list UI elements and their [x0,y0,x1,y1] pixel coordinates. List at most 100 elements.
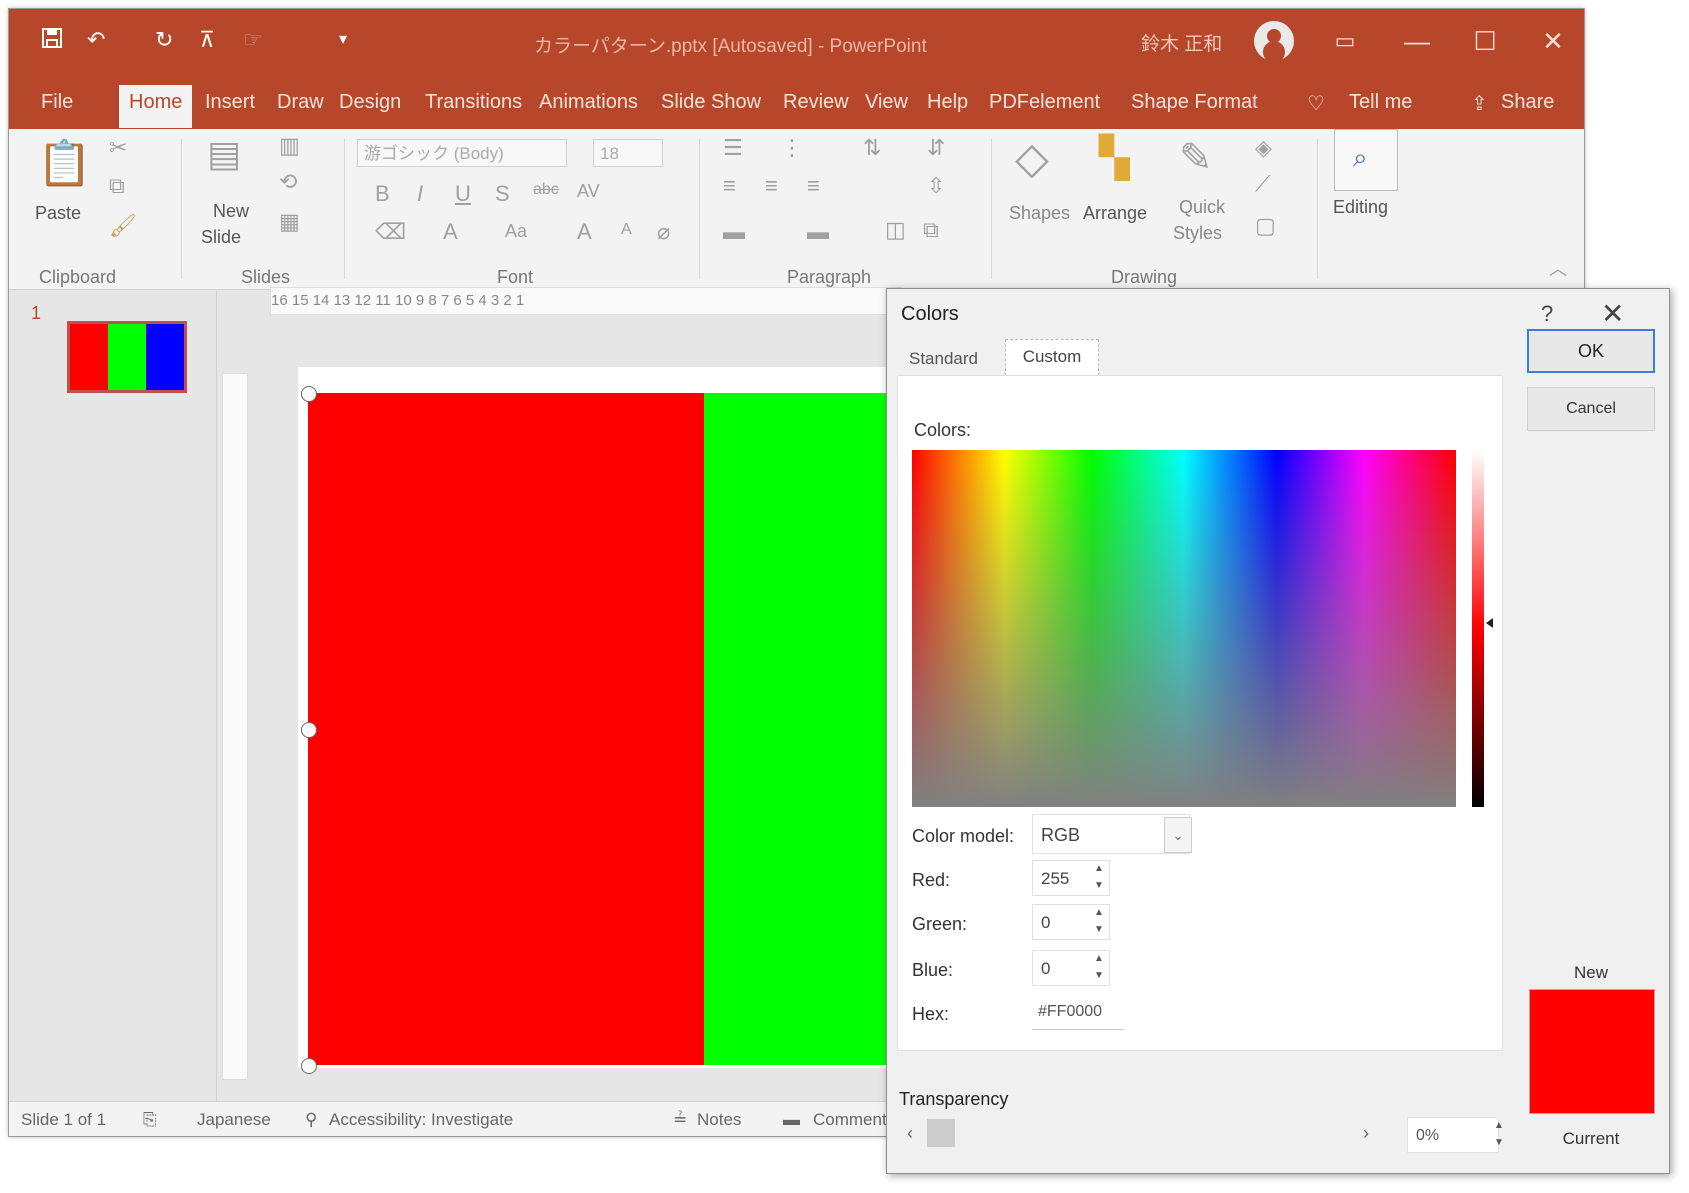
maximize-icon[interactable]: ☐ [1467,23,1503,59]
cancel-button[interactable]: Cancel [1527,387,1655,431]
color-spectrum-picker[interactable] [912,450,1456,807]
chevron-right-icon[interactable]: › [1363,1123,1369,1144]
blue-stepper[interactable]: ▲ ▼ [1088,950,1110,986]
new-slide-label-1[interactable]: New [213,201,249,222]
redo-icon[interactable]: ↻ [155,27,173,53]
collapse-ribbon-icon[interactable]: ︿ [1549,255,1567,281]
tab-design[interactable]: Design [339,91,401,114]
paste-button-label[interactable]: Paste [35,203,81,224]
cut-icon[interactable]: ✂ [109,135,127,161]
strikethrough-icon[interactable]: abc [533,181,559,199]
format-painter-icon[interactable]: 🖌 [109,213,137,239]
new-slide-label-2[interactable]: Slide [201,227,241,248]
comments-button[interactable]: Comments [813,1110,895,1130]
save-icon[interactable] [41,27,63,53]
bold-icon[interactable]: B [375,181,390,207]
tab-help[interactable]: Help [927,91,968,114]
editing-label[interactable]: Editing [1333,197,1388,218]
align-right-icon[interactable]: ≡ [807,173,820,199]
smartart-icon[interactable]: ⧉ [923,217,939,243]
paste-icon[interactable]: 📋 [37,137,92,189]
tab-draw[interactable]: Draw [277,91,324,114]
tab-custom[interactable]: Custom [1005,339,1099,376]
shapes-icon[interactable]: ◇ [1015,133,1049,184]
spelling-icon[interactable]: ⎘ [143,1110,157,1130]
tab-file[interactable]: File [41,91,73,114]
eraser-icon[interactable]: ⌫ [375,219,406,245]
quick-styles-label-2[interactable]: Styles [1173,223,1222,244]
hex-field[interactable]: #FF0000 [1032,994,1124,1030]
notes-button[interactable]: Notes [697,1110,741,1130]
font-size-select[interactable]: 18 [593,139,663,167]
close-icon[interactable]: ✕ [1601,297,1624,330]
accessibility-status[interactable]: Accessibility: Investigate [329,1110,513,1130]
share-button[interactable]: Share [1501,91,1554,114]
tab-insert[interactable]: Insert [205,91,255,114]
shadow-icon[interactable]: S [495,181,510,207]
align-text-icon[interactable]: ⇳ [927,173,945,199]
tab-home[interactable]: Home [119,85,193,128]
transparency-slider-thumb[interactable] [927,1119,955,1147]
ok-button[interactable]: OK [1527,329,1655,373]
tab-shape-format[interactable]: Shape Format [1131,91,1258,114]
language[interactable]: Japanese [197,1110,271,1130]
undo-icon[interactable]: ↶ [87,27,105,53]
clear-formatting-icon[interactable]: ⌀ [657,219,670,245]
help-button[interactable]: ? [1541,301,1553,327]
ribbon-display-icon[interactable]: ▭ [1327,23,1363,59]
tab-slide-show[interactable]: Slide Show [661,91,761,114]
resize-handle[interactable] [301,1058,317,1074]
transparency-stepper[interactable]: ▲ ▼ [1489,1117,1509,1153]
italic-icon[interactable]: I [417,181,423,207]
line-spacing-icon[interactable]: ⇅ [863,135,881,161]
touch-mode-icon[interactable]: ☞ [243,27,263,53]
section-icon[interactable]: ▦ [279,209,300,235]
increase-indent-icon[interactable]: ▬ [807,219,829,245]
tab-pdfelement[interactable]: PDFelement [989,91,1100,114]
font-name-select[interactable]: 游ゴシック (Body) [357,139,567,167]
arrange-label[interactable]: Arrange [1083,203,1147,224]
tell-me-search[interactable]: Tell me [1349,91,1412,114]
resize-handle[interactable] [301,386,317,402]
slideshow-icon[interactable]: ⊼ [199,27,215,53]
underline-icon[interactable]: U [455,181,471,207]
user-name[interactable]: 鈴木 正和 [1141,29,1222,56]
new-slide-icon[interactable]: ▤ [207,133,241,175]
resize-handle[interactable] [301,722,317,738]
align-center-icon[interactable]: ≡ [765,173,778,199]
text-direction-icon[interactable]: ⇵ [927,135,945,161]
editing-button[interactable]: ⌕ [1334,129,1398,191]
shapes-label[interactable]: Shapes [1009,203,1070,224]
character-spacing-icon[interactable]: AV [577,181,600,202]
close-icon[interactable]: ✕ [1535,23,1571,59]
luminance-slider[interactable] [1472,450,1484,807]
chevron-down-icon[interactable]: ⌄ [1164,817,1192,853]
arrange-icon[interactable]: ▚ [1099,135,1130,181]
reset-icon[interactable]: ⟲ [279,169,297,195]
customize-qat-icon[interactable]: ▾ [339,27,347,53]
font-color-icon[interactable]: A [443,219,458,245]
quick-styles-icon[interactable]: ✎ [1179,135,1213,181]
luminance-pointer-icon[interactable] [1486,618,1493,628]
tab-review[interactable]: Review [783,91,849,114]
shape-effects-icon[interactable]: ▢ [1255,213,1276,239]
red-stepper[interactable]: ▲ ▼ [1088,860,1110,896]
copy-icon[interactable]: ⧉ [109,173,125,199]
decrease-indent-icon[interactable]: ▬ [723,219,745,245]
layout-icon[interactable]: ▥ [279,133,300,159]
tab-animations[interactable]: Animations [539,91,638,114]
quick-styles-label-1[interactable]: Quick [1179,197,1225,218]
increase-font-icon[interactable]: A [577,219,592,245]
slide-thumbnail[interactable] [67,321,187,393]
align-left-icon[interactable]: ≡ [723,173,736,199]
decrease-font-icon[interactable]: A [621,221,632,239]
minimize-icon[interactable]: — [1399,23,1435,59]
transparency-field[interactable]: 0% [1407,1117,1499,1153]
numbering-icon[interactable]: ⋮ [781,135,803,161]
shape-outline-icon[interactable]: ⟋ [1255,171,1270,197]
green-stepper[interactable]: ▲ ▼ [1088,904,1110,940]
columns-icon[interactable]: ◫ [885,217,906,243]
change-case-icon[interactable]: Aa [505,221,527,242]
chevron-left-icon[interactable]: ‹ [907,1123,913,1144]
shape-fill-icon[interactable]: ◈ [1255,135,1272,161]
